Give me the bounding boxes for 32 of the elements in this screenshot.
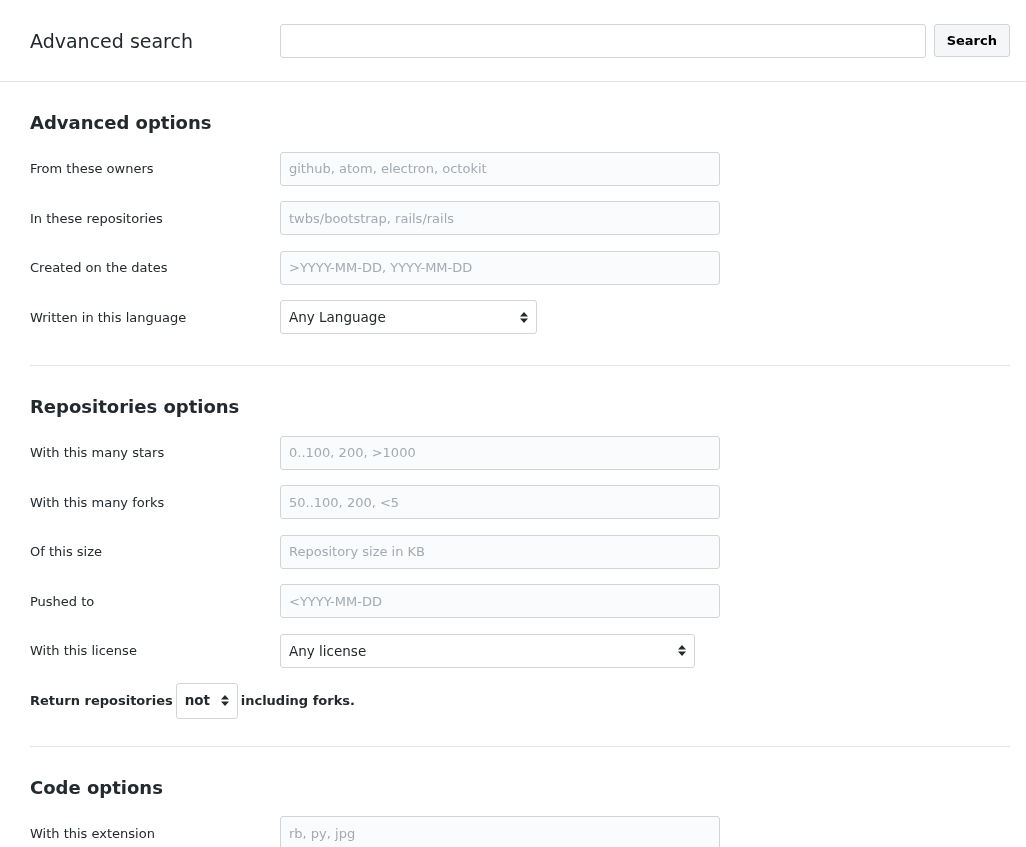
section-heading: Advanced options (30, 111, 213, 135)
sentence-text: including forks. (240, 691, 355, 710)
sort-arrows-icon (678, 645, 686, 657)
field-label: From these owners (30, 160, 155, 178)
dropdown[interactable]: not (175, 682, 238, 719)
field-label: With this extension (30, 824, 156, 843)
field-label: With this many forks (30, 493, 166, 512)
field-label: With this many stars (30, 444, 166, 462)
input-field[interactable]: <YYYY-MM-DD (280, 584, 720, 619)
sort-arrows-icon (220, 695, 229, 706)
search-field[interactable] (280, 24, 926, 58)
sentence-text: Return repositories (30, 691, 173, 710)
input-field[interactable]: github, atom, electron, octokit (280, 151, 720, 186)
section-heading: Repositories options (30, 395, 241, 419)
field-label: Pushed to (30, 592, 96, 611)
input-field[interactable]: 0..100, 200, >1000 (280, 435, 720, 470)
search-button[interactable]: Search (933, 24, 1010, 57)
input-field[interactable]: >YYYY-MM-DD, YYYY-MM-DD (280, 250, 720, 285)
section-heading: Code options (30, 775, 164, 800)
field-label: In these repositories (30, 209, 164, 228)
field-label: Of this size (30, 543, 103, 561)
input-field[interactable]: Repository size in KB (280, 534, 720, 569)
field-label: With this license (30, 642, 138, 660)
dropdown[interactable]: Any Language (280, 300, 537, 335)
dropdown[interactable]: Any license (280, 633, 695, 668)
sort-arrows-icon (520, 311, 528, 323)
field-label: Written in this language (30, 308, 188, 327)
field-label: Created on the dates (30, 259, 169, 277)
input-field[interactable]: 50..100, 200, <5 (280, 485, 720, 520)
input-field[interactable]: twbs/bootstrap, rails/rails (280, 201, 720, 236)
input-field[interactable]: rb, py, jpg (280, 816, 720, 847)
page-title: Advanced search (30, 29, 194, 54)
